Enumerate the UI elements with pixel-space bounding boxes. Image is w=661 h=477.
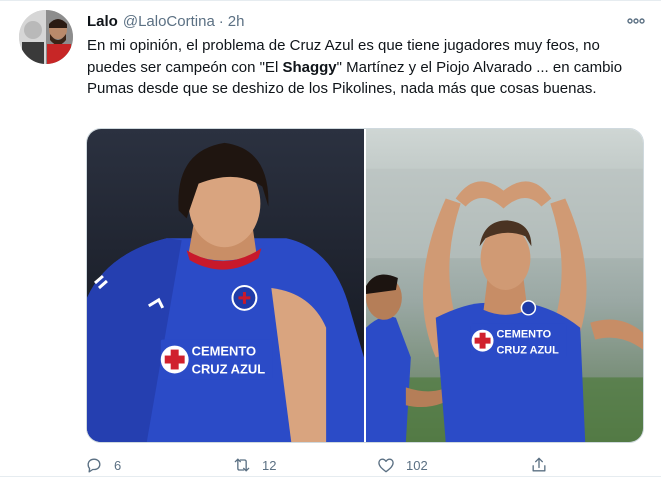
tweet-header: Lalo @LaloCortina · 2h xyxy=(87,10,647,32)
tweet-actions: 6 12 102 xyxy=(84,453,564,477)
like-button[interactable]: 102 xyxy=(376,455,428,475)
tweet-text: En mi opinión, el problema de Cruz Azul … xyxy=(87,35,647,100)
reply-button[interactable]: 6 xyxy=(84,455,121,475)
retweet-count: 12 xyxy=(262,457,277,473)
sponsor-line2: CRUZ AZUL xyxy=(192,361,266,376)
tweet-timestamp[interactable]: 2h xyxy=(228,13,245,30)
share-button[interactable] xyxy=(529,455,549,475)
more-horizontal-icon xyxy=(627,18,645,24)
tweet-media: CEMENTO CRUZ AZUL CEMENTO CRUZ AZUL xyxy=(86,128,644,443)
sponsor-line1: CEMENTO xyxy=(497,329,552,341)
heart-icon xyxy=(378,458,394,473)
retweet-button[interactable]: 12 xyxy=(232,455,276,475)
sponsor-line1: CEMENTO xyxy=(192,344,256,359)
retweet-icon xyxy=(234,458,250,472)
share-icon xyxy=(532,457,546,472)
media-photo-2[interactable]: CEMENTO CRUZ AZUL xyxy=(366,129,643,442)
tweet-text-bold: Shaggy xyxy=(282,58,337,76)
separator-dot: · xyxy=(218,12,224,30)
avatar[interactable] xyxy=(19,10,73,64)
media-photo-1[interactable]: CEMENTO CRUZ AZUL xyxy=(87,129,364,442)
reply-icon xyxy=(87,458,101,473)
author-name[interactable]: Lalo xyxy=(87,13,118,30)
like-count: 102 xyxy=(406,457,428,473)
sponsor-line2: CRUZ AZUL xyxy=(497,345,560,357)
reply-count: 6 xyxy=(114,457,122,473)
author-handle[interactable]: @LaloCortina xyxy=(123,13,215,30)
tweet[interactable]: Lalo @LaloCortina · 2h En mi opinión, el… xyxy=(0,0,661,477)
more-options-button[interactable] xyxy=(625,10,647,32)
